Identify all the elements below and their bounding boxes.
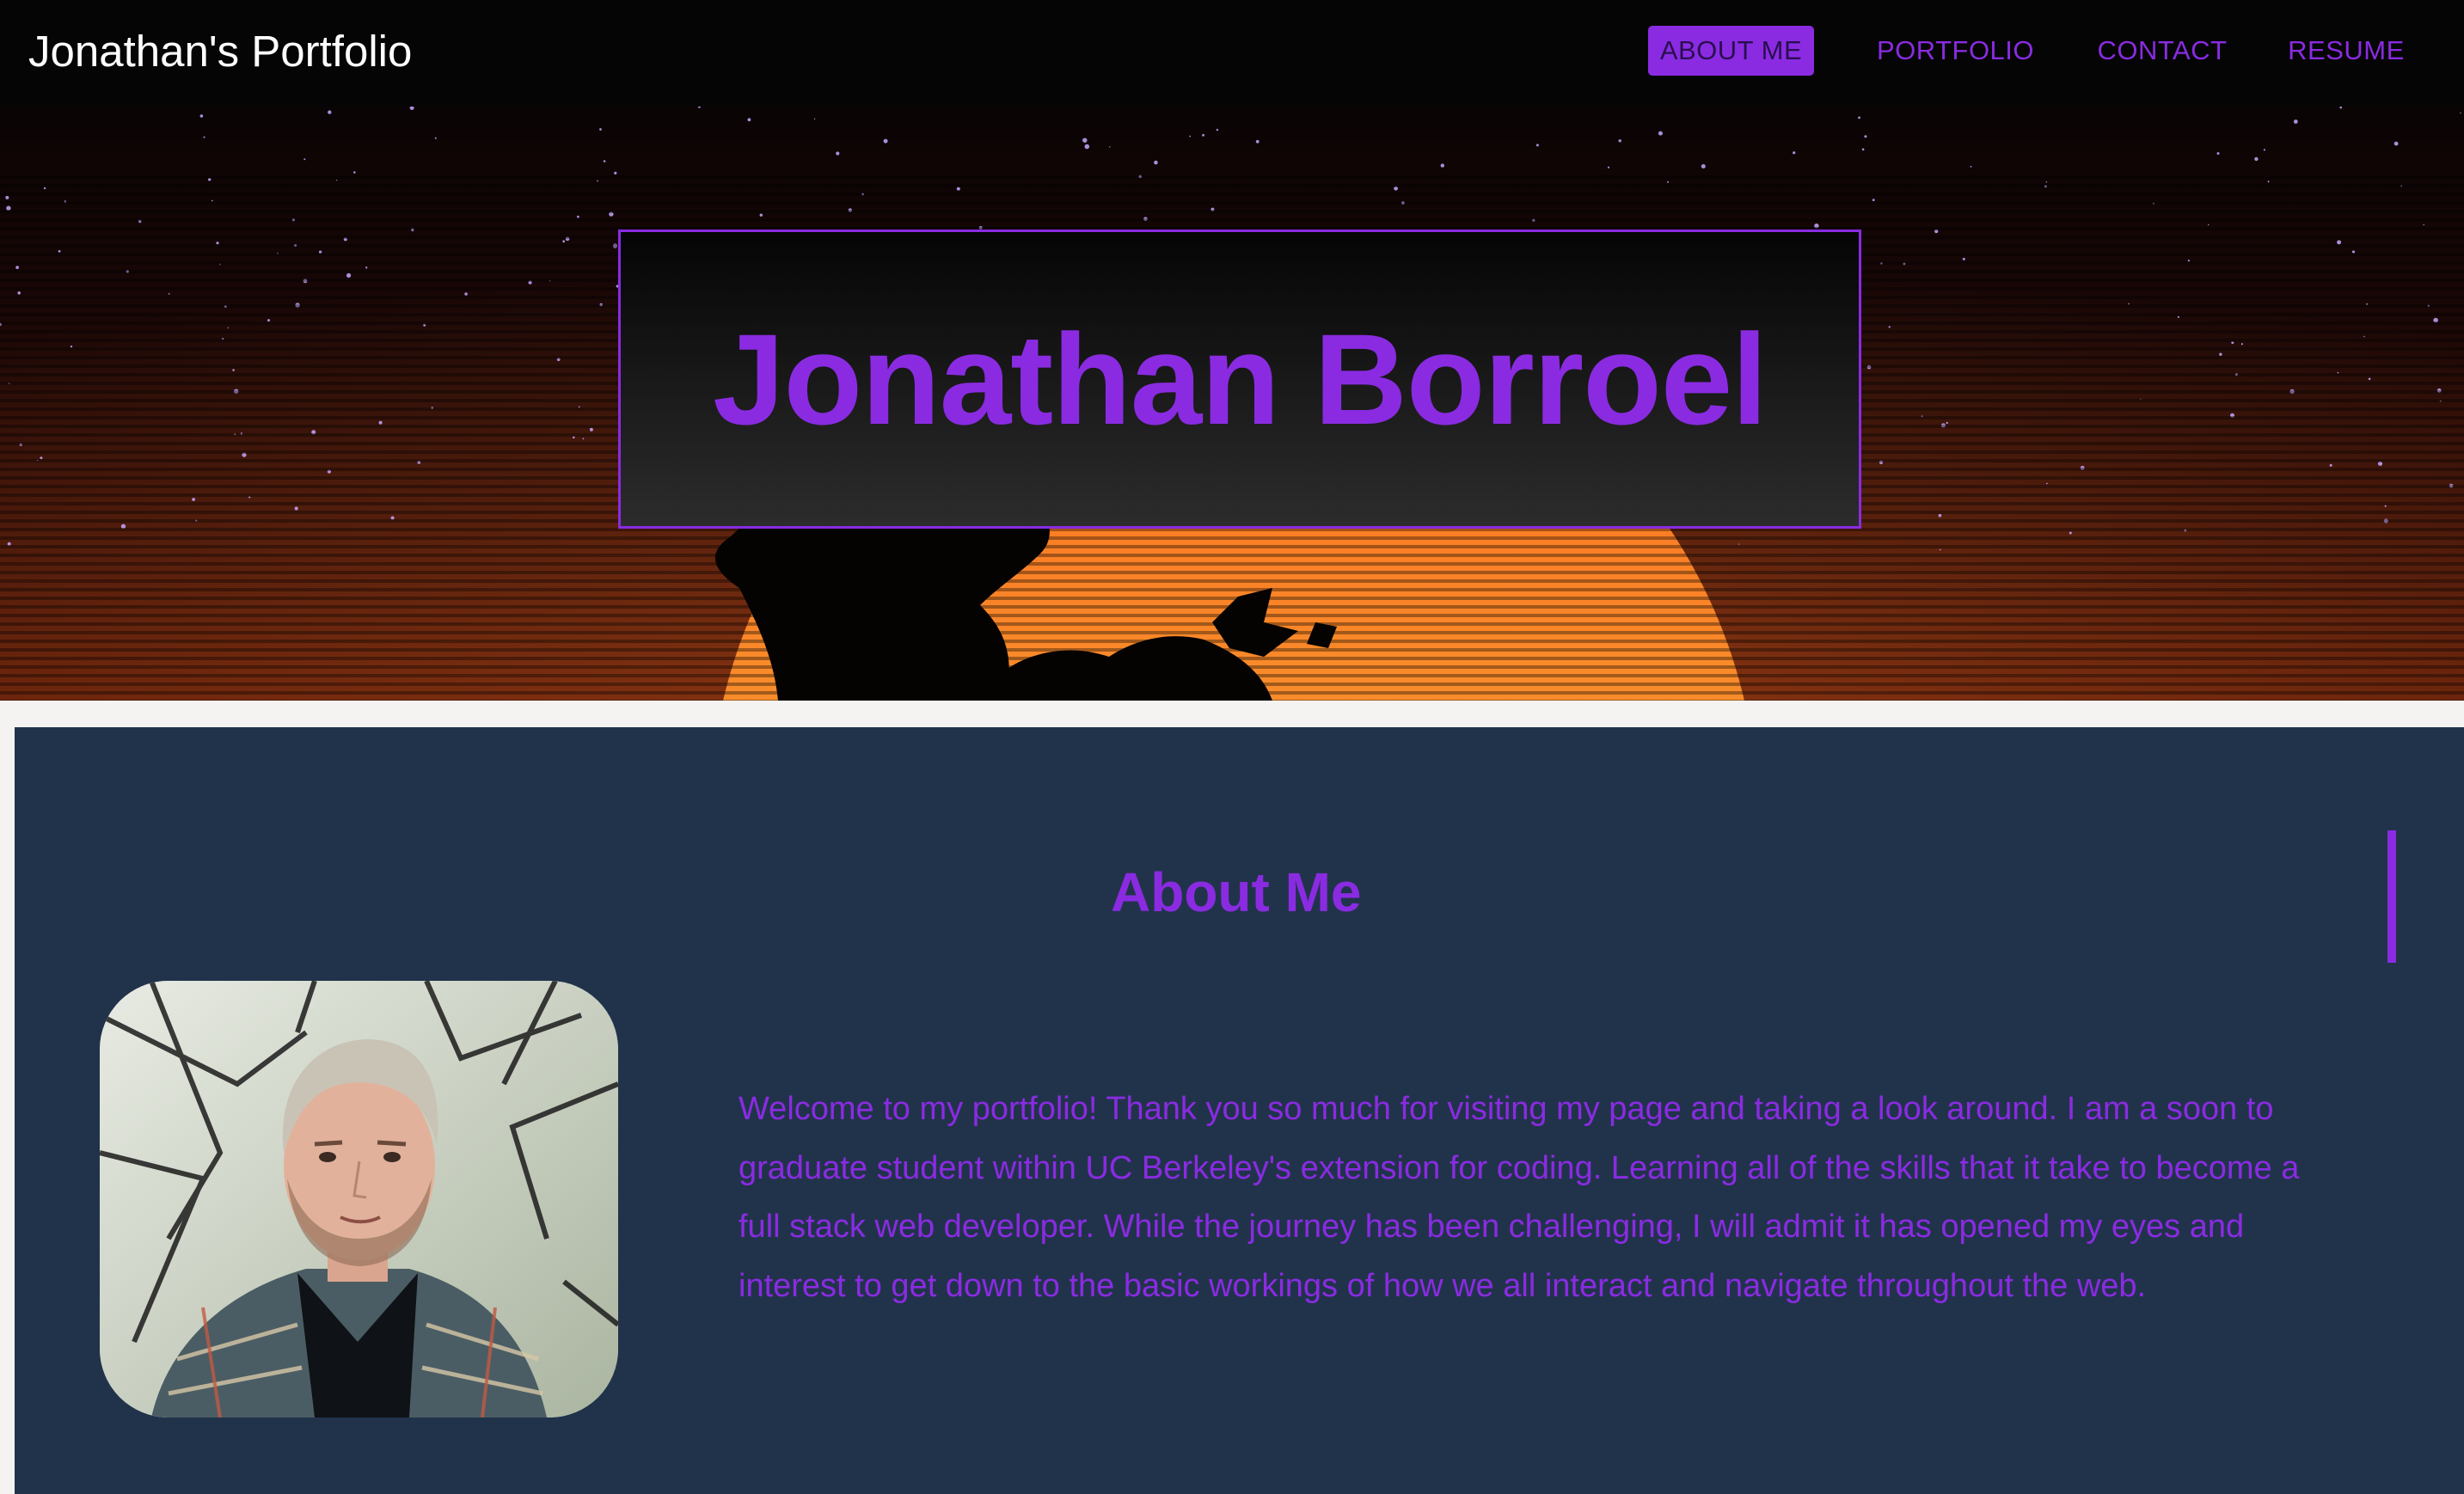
star	[1084, 144, 1090, 150]
star	[2394, 141, 2399, 146]
star	[303, 158, 306, 161]
star	[1864, 135, 1867, 138]
star	[1793, 151, 1796, 155]
star	[2263, 149, 2265, 151]
star	[1189, 135, 1191, 138]
about-section: About Me Welcome to my portfolio! Thank …	[15, 727, 2464, 1494]
star	[1109, 146, 1111, 148]
nav-resume[interactable]: RESUME	[2278, 26, 2414, 76]
star	[1440, 163, 1445, 168]
star	[883, 138, 888, 144]
star	[836, 151, 840, 156]
profile-photo	[100, 981, 618, 1417]
accent-bar	[2387, 830, 2396, 963]
star	[1082, 138, 1088, 143]
about-heading-text: About Me	[1111, 861, 1362, 923]
star	[603, 160, 606, 162]
star	[1607, 166, 1610, 168]
star	[697, 107, 701, 108]
star	[353, 171, 356, 174]
star	[409, 107, 414, 110]
hero-banner: Jonathan Borroel	[0, 107, 2464, 701]
star	[1154, 160, 1158, 165]
star	[434, 137, 437, 139]
brand-title[interactable]: Jonathan's Portfolio	[28, 24, 412, 79]
star	[2293, 119, 2298, 124]
top-navbar: Jonathan's Portfolio ABOUT ME PORTFOLIO …	[0, 0, 2464, 107]
star	[614, 171, 617, 175]
star	[1701, 164, 1706, 168]
star	[1255, 139, 1260, 144]
star	[1535, 144, 1539, 147]
star	[1658, 131, 1663, 136]
hero-name: Jonathan Borroel	[713, 307, 1768, 451]
star	[1202, 133, 1204, 137]
nav-portfolio[interactable]: PORTFOLIO	[1865, 26, 2046, 76]
star	[1970, 165, 1972, 168]
star	[203, 136, 205, 138]
star	[199, 114, 204, 118]
about-bio-text: Welcome to my portfolio! Thank you so mu…	[739, 1091, 2300, 1304]
star	[2339, 107, 2342, 109]
star	[2254, 156, 2259, 162]
star	[1858, 116, 1860, 119]
nav-contact[interactable]: CONTACT	[2081, 26, 2244, 76]
profile-photo-illustration	[100, 981, 618, 1417]
star	[1861, 148, 1865, 151]
star	[599, 128, 602, 131]
hero-title-box: Jonathan Borroel	[618, 230, 1861, 529]
star	[1618, 139, 1621, 143]
nav-about-me[interactable]: ABOUT ME	[1648, 26, 1814, 76]
star	[2216, 152, 2220, 155]
star	[1216, 128, 1219, 132]
star	[747, 118, 751, 122]
star	[328, 110, 332, 114]
